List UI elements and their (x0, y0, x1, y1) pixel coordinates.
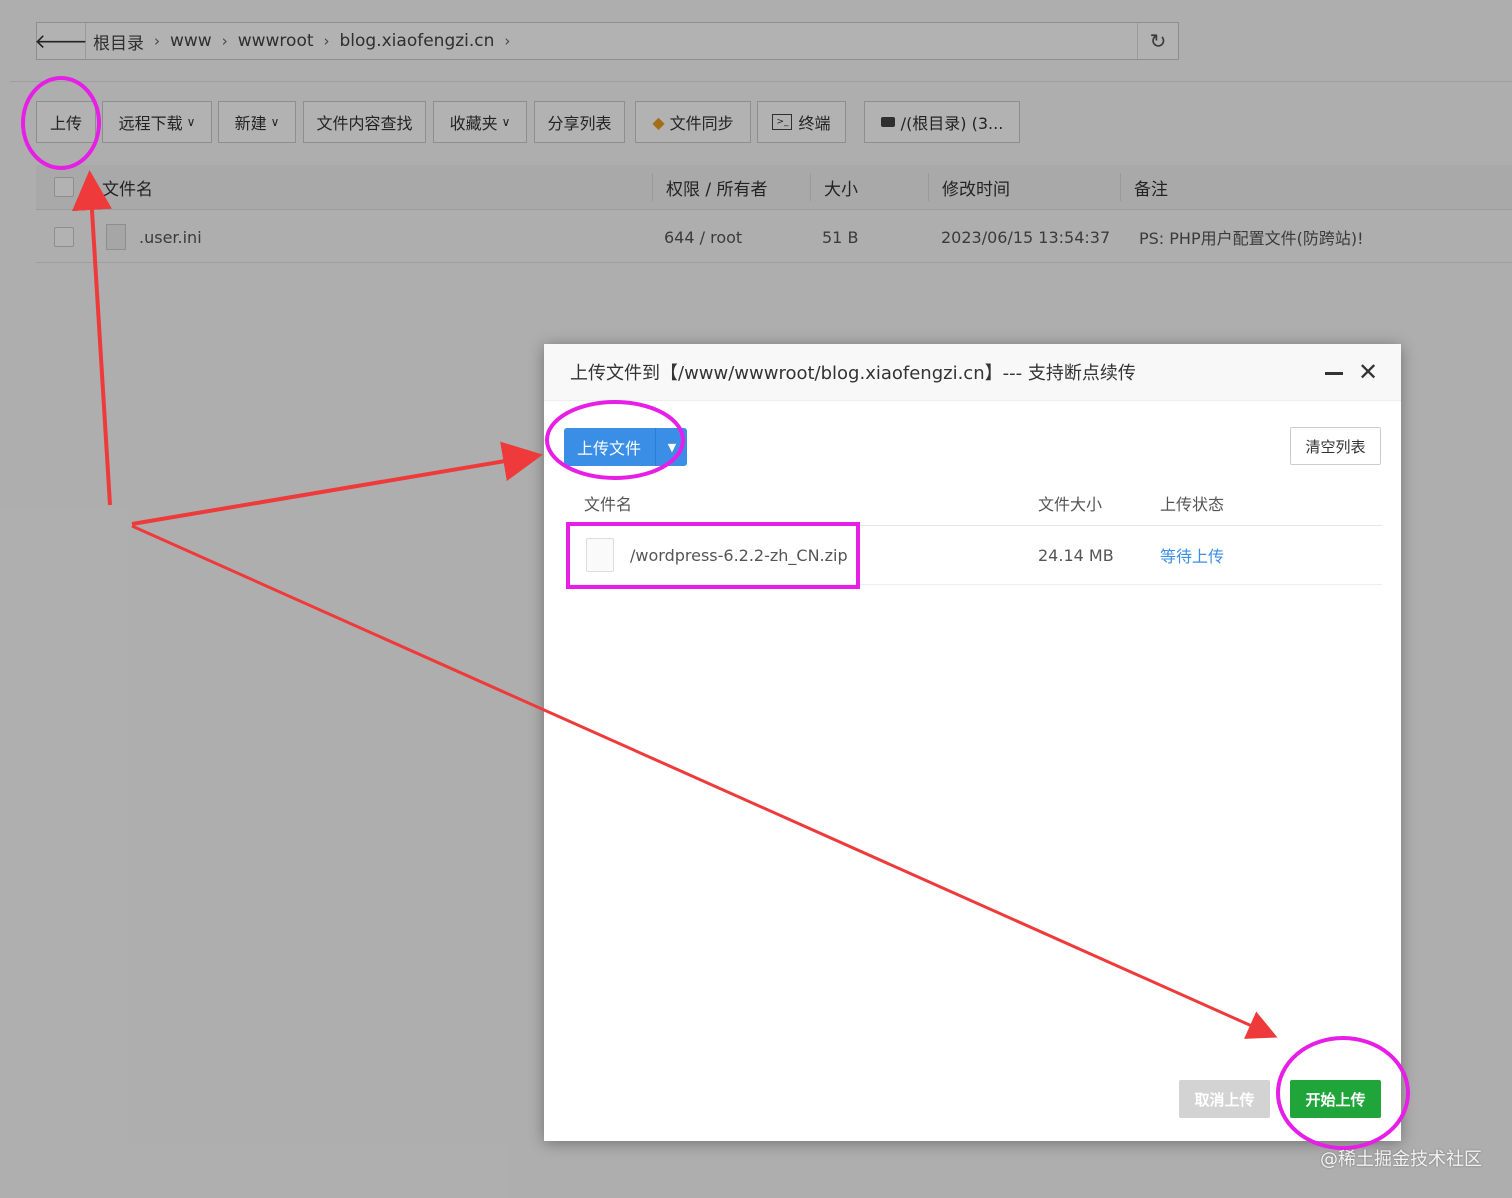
upload-file-button[interactable]: 上传文件 (564, 428, 654, 466)
clear-list-button[interactable]: 清空列表 (1290, 427, 1381, 465)
dialog-header: 上传文件到【/www/wwwroot/blog.xiaofengzi.cn】--… (544, 344, 1401, 401)
file-icon (586, 538, 614, 572)
minimize-icon[interactable] (1325, 372, 1343, 375)
upload-dialog: 上传文件到【/www/wwwroot/blog.xiaofengzi.cn】--… (544, 344, 1401, 1141)
cancel-upload-button[interactable]: 取消上传 (1179, 1080, 1270, 1118)
watermark: @稀土掘金技术社区 (1320, 1149, 1482, 1170)
col-upload-filename: 文件名 (584, 495, 633, 514)
upload-status: 等待上传 (1160, 547, 1225, 566)
upload-file-name: /wordpress-6.2.2-zh_CN.zip (630, 545, 848, 565)
caret-down-icon[interactable]: ▼ (655, 428, 688, 466)
dialog-title: 上传文件到【/www/wwwroot/blog.xiaofengzi.cn】--… (570, 363, 1136, 384)
upload-list-item: /wordpress-6.2.2-zh_CN.zip 24.14 MB 等待上传 (566, 526, 1382, 585)
col-upload-size: 文件大小 (1038, 495, 1103, 514)
close-icon[interactable]: ✕ (1356, 358, 1380, 386)
upload-file-size: 24.14 MB (1038, 545, 1114, 565)
upload-file-split-button: 上传文件 ▼ (564, 428, 687, 466)
start-upload-button[interactable]: 开始上传 (1290, 1080, 1381, 1118)
col-upload-status: 上传状态 (1160, 495, 1225, 514)
upload-list-header: 文件名 文件大小 上传状态 (566, 481, 1382, 526)
